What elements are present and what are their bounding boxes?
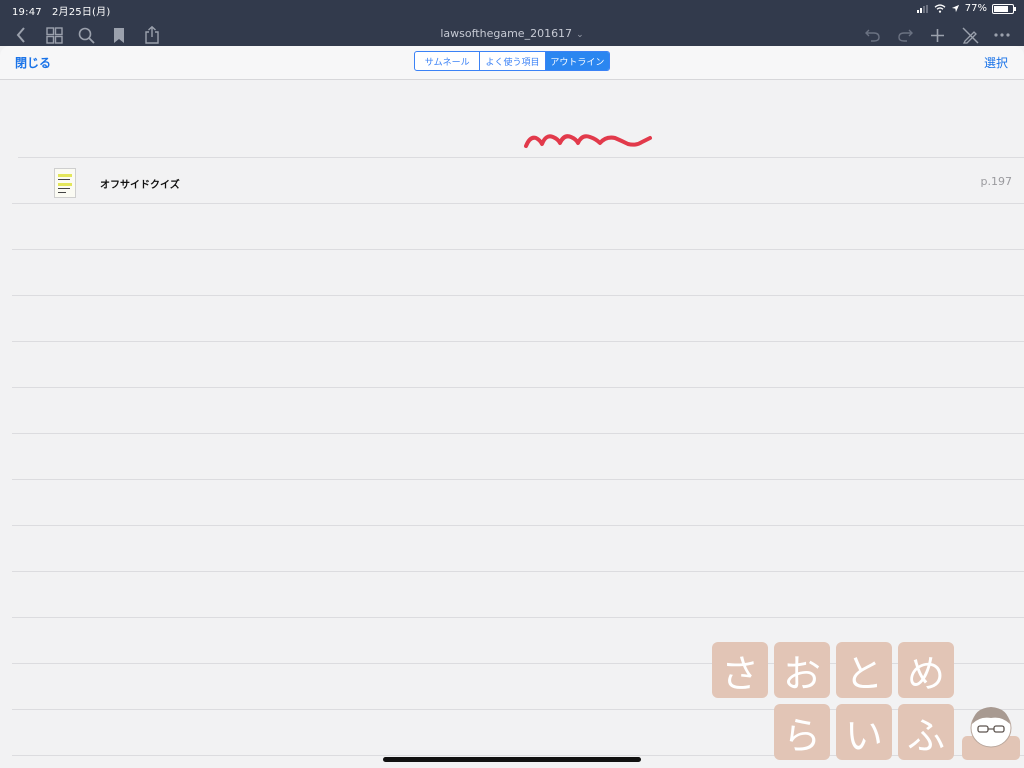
location-icon <box>951 4 959 13</box>
segment-favorites[interactable]: よく使う項目 <box>479 52 544 70</box>
row-divider <box>18 157 1024 158</box>
row-divider <box>12 295 1024 296</box>
row-divider <box>12 525 1024 526</box>
row-divider <box>12 571 1024 572</box>
top-toolbar: 19:47 2月25日(月) 77% lawsofthegame_201617 ⌄ <box>0 0 1024 46</box>
chevron-down-icon: ⌄ <box>576 30 584 40</box>
watermark-tile: さ <box>712 642 768 698</box>
page-thumbnail <box>54 168 76 198</box>
outline-item[interactable]: オフサイドクイズ p.197 <box>0 158 1024 204</box>
row-divider <box>12 249 1024 250</box>
add-icon[interactable] <box>929 25 945 45</box>
document-title-text: lawsofthegame_201617 <box>440 27 573 40</box>
wifi-icon <box>934 4 946 13</box>
undo-icon[interactable] <box>864 25 880 45</box>
watermark-tile: お <box>774 642 830 698</box>
battery-icon <box>992 3 1016 14</box>
watermark-tile: ふ <box>898 704 954 760</box>
home-indicator[interactable] <box>383 757 641 762</box>
status-time: 19:47 2月25日(月) <box>12 3 110 18</box>
segment-outline[interactable]: アウトライン <box>544 52 609 70</box>
select-button[interactable]: 選択 <box>984 54 1008 71</box>
watermark-tile: と <box>836 642 892 698</box>
outline-item-page: p.197 <box>980 175 1012 188</box>
watermark-tile: い <box>836 704 892 760</box>
site-watermark-logo: さ お と め ら い ふ <box>712 642 1024 768</box>
watermark-tile: め <box>898 642 954 698</box>
outline-item-title: オフサイドクイズ <box>100 180 180 191</box>
pen-off-icon[interactable] <box>961 25 979 45</box>
watermark-tile: ら <box>774 704 830 760</box>
battery-fill <box>994 5 1008 12</box>
redo-icon[interactable] <box>897 25 913 45</box>
row-divider <box>12 387 1024 388</box>
more-icon[interactable] <box>993 25 1011 45</box>
cellular-icon <box>916 4 928 13</box>
row-divider <box>12 203 1024 204</box>
status-date: 2月25日(月) <box>51 7 111 18</box>
close-button[interactable]: 閉じる <box>15 54 51 71</box>
status-indicators: 77% <box>916 3 1016 14</box>
segment-thumbnails[interactable]: サムネール <box>415 52 479 70</box>
battery-percent: 77% <box>964 3 987 14</box>
red-squiggle-annotation <box>524 134 652 148</box>
mascot-face-icon <box>962 707 1020 760</box>
row-divider <box>12 479 1024 480</box>
row-divider <box>12 617 1024 618</box>
row-divider <box>12 341 1024 342</box>
row-divider <box>12 433 1024 434</box>
view-segmented-control[interactable]: サムネール よく使う項目 アウトライン <box>414 51 610 71</box>
status-clock: 19:47 <box>12 7 42 18</box>
sheet-navbar: 閉じる サムネール よく使う項目 アウトライン 選択 <box>0 46 1024 80</box>
